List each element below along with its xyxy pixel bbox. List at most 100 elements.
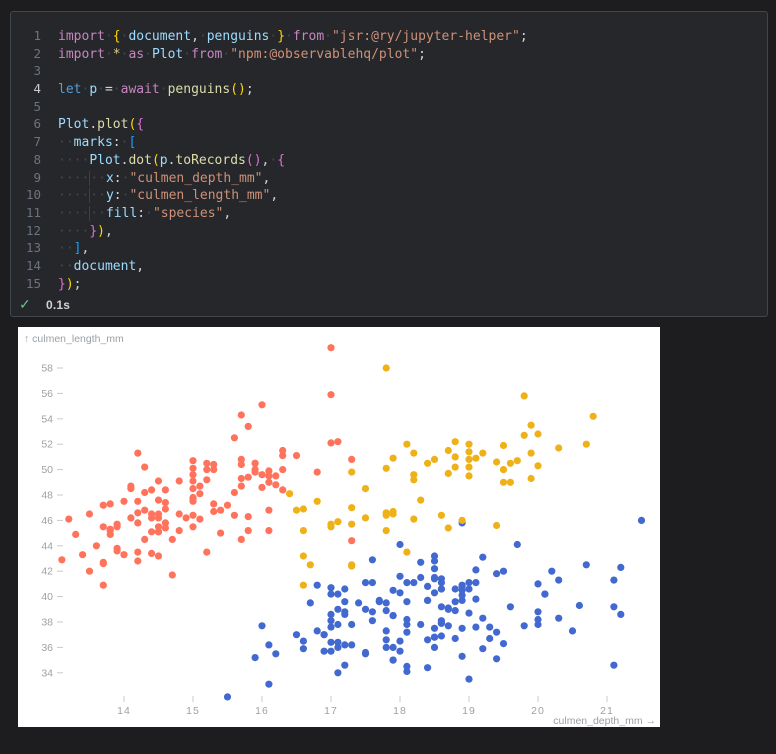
data-point-gentoo [348, 456, 355, 463]
data-point-chinstrap [465, 472, 472, 479]
code-line[interactable]: 1import·{·document,·penguins·}·from·"jsr… [11, 27, 767, 45]
code-line[interactable]: 11······fill:·"species", [11, 204, 767, 222]
data-point-chinstrap [521, 432, 528, 439]
code-line[interactable]: 10······y:·"culmen_length_mm", [11, 186, 767, 204]
line-number: 13 [11, 239, 41, 257]
code-line[interactable]: 7··marks:·[ [11, 133, 767, 151]
data-point-chinstrap [417, 497, 424, 504]
data-point-gentoo [258, 471, 265, 478]
data-point-chinstrap [500, 479, 507, 486]
data-point-adelie [327, 648, 334, 655]
code-token: . [89, 117, 97, 132]
data-point-chinstrap [438, 512, 445, 519]
data-point-adelie [438, 620, 445, 627]
data-point-adelie [583, 561, 590, 568]
y-tick-label: 46 [41, 515, 53, 527]
code-line[interactable]: 8····Plot.dot(p.toRecords(),·{ [11, 151, 767, 169]
data-point-adelie [479, 554, 486, 561]
data-point-adelie [417, 621, 424, 628]
code-token: Plot [58, 117, 89, 132]
code-line[interactable]: 15}); [11, 275, 767, 293]
data-point-chinstrap [555, 444, 562, 451]
data-point-adelie [479, 615, 486, 622]
data-point-adelie [548, 568, 555, 575]
data-point-adelie [390, 612, 397, 619]
data-point-chinstrap [465, 464, 472, 471]
data-point-gentoo [224, 502, 231, 509]
data-point-adelie [355, 599, 362, 606]
data-point-gentoo [231, 434, 238, 441]
data-point-chinstrap [528, 450, 535, 457]
data-point-gentoo [100, 502, 107, 509]
data-point-gentoo [189, 471, 196, 478]
data-point-gentoo [265, 527, 272, 534]
data-point-chinstrap [348, 521, 355, 528]
line-number: 11 [11, 204, 41, 222]
code-token: ·· [58, 135, 74, 150]
data-point-adelie [486, 624, 493, 631]
data-point-chinstrap [390, 508, 397, 515]
data-point-adelie [472, 596, 479, 603]
data-point-adelie [403, 579, 410, 586]
data-point-adelie [341, 585, 348, 592]
data-point-adelie [472, 624, 479, 631]
data-point-adelie [390, 657, 397, 664]
data-point-adelie [617, 611, 624, 618]
data-point-gentoo [238, 536, 245, 543]
data-point-adelie [431, 625, 438, 632]
data-point-adelie [617, 564, 624, 571]
data-point-gentoo [210, 461, 217, 468]
execution-time: 0.1s [46, 298, 70, 312]
data-point-adelie [369, 617, 376, 624]
code-token: document [128, 29, 191, 44]
data-point-adelie [327, 639, 334, 646]
data-point-gentoo [189, 523, 196, 530]
code-line[interactable]: 2import·*·as·Plot·from·"npm:@observableh… [11, 45, 767, 63]
line-number: 3 [11, 62, 41, 80]
code-line[interactable]: 5 [11, 98, 767, 116]
code-token: · [145, 206, 153, 221]
data-point-adelie [341, 598, 348, 605]
data-point-adelie [272, 650, 279, 657]
code-token: ( [230, 82, 238, 97]
code-line[interactable]: 9······x:·"culmen_depth_mm", [11, 169, 767, 187]
data-point-adelie [300, 638, 307, 645]
code-cell-editor[interactable]: 1import·{·document,·penguins·}·from·"jsr… [10, 11, 768, 317]
data-point-adelie [555, 577, 562, 584]
code-line[interactable]: 13··], [11, 239, 767, 257]
data-point-adelie [327, 584, 334, 591]
code-line[interactable]: 12····}), [11, 222, 767, 240]
data-point-chinstrap [424, 460, 431, 467]
data-point-adelie [396, 573, 403, 580]
code-token: p [89, 82, 97, 97]
data-point-adelie [369, 556, 376, 563]
data-point-chinstrap [445, 524, 452, 531]
data-point-adelie [569, 627, 576, 634]
data-point-chinstrap [465, 448, 472, 455]
code-line[interactable]: 6Plot.plot({ [11, 115, 767, 133]
data-point-adelie [403, 629, 410, 636]
code-line[interactable]: 14··document, [11, 257, 767, 275]
code-line[interactable]: 3 [11, 62, 767, 80]
data-point-chinstrap [528, 475, 535, 482]
data-point-gentoo [169, 536, 176, 543]
code-line[interactable]: 4let·p·=·await·penguins(); [11, 80, 767, 98]
data-point-gentoo [265, 467, 272, 474]
data-point-gentoo [134, 450, 141, 457]
data-point-gentoo [134, 549, 141, 556]
data-point-gentoo [334, 438, 341, 445]
data-point-adelie [307, 599, 314, 606]
code-token: · [113, 82, 121, 97]
data-point-adelie [500, 640, 507, 647]
y-tick-label: 52 [41, 439, 53, 451]
code-token: ; [418, 47, 426, 62]
data-point-gentoo [107, 500, 114, 507]
code-token: ( [152, 153, 160, 168]
data-point-adelie [431, 644, 438, 651]
data-point-gentoo [210, 500, 217, 507]
code-token: [ [128, 135, 136, 150]
code-token: ···· [58, 188, 89, 203]
data-point-adelie [638, 517, 645, 524]
data-point-gentoo [100, 582, 107, 589]
data-point-adelie [521, 622, 528, 629]
